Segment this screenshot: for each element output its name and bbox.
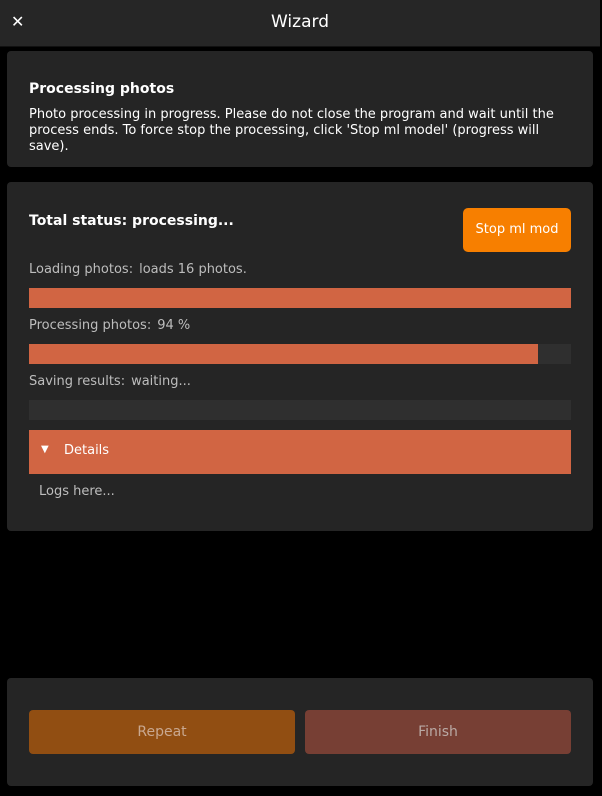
loading-photos-title: Loading photos:: [29, 262, 134, 277]
processing-photos-value: 94 %: [157, 318, 191, 333]
saving-results-value: waiting...: [131, 374, 191, 389]
total-status: Total status: processing...: [29, 213, 234, 229]
info-title: Processing photos: [29, 81, 175, 97]
logs-text: Logs here...: [39, 484, 115, 499]
wizard-window: ✕ Wizard Processing photos Photo process…: [0, 0, 602, 796]
status-panel: Total status: processing... Stop ml mod …: [7, 182, 593, 531]
info-panel: Processing photos Photo processing in pr…: [7, 51, 593, 167]
caret-down-icon: ▼: [41, 444, 49, 455]
processing-photos-progress-fill: [29, 344, 539, 364]
saving-results-progress: [29, 400, 571, 420]
repeat-button[interactable]: Repeat: [29, 710, 295, 754]
loading-photos-value: loads 16 photos.: [139, 262, 247, 277]
saving-results-title: Saving results:: [29, 374, 126, 389]
processing-photos-title: Processing photos:: [29, 318, 152, 333]
processing-photos-label: Processing photos: 94 %: [29, 318, 190, 333]
info-description: Photo processing in progress. Please do …: [29, 107, 554, 154]
title-bar: ✕ Wizard: [0, 0, 600, 47]
details-label: Details: [64, 443, 110, 458]
loading-photos-progress-fill: [29, 288, 571, 308]
finish-button[interactable]: Finish: [305, 710, 571, 754]
saving-results-label: Saving results: waiting...: [29, 374, 191, 389]
stop-ml-model-button[interactable]: Stop ml mod: [463, 208, 571, 252]
footer-panel: Repeat Finish: [7, 678, 593, 786]
loading-photos-progress: [29, 288, 571, 308]
window-title: Wizard: [271, 12, 329, 32]
loading-photos-label: Loading photos: loads 16 photos.: [29, 262, 247, 277]
processing-photos-progress: [29, 344, 571, 364]
details-expander[interactable]: ▼ Details: [29, 430, 571, 474]
